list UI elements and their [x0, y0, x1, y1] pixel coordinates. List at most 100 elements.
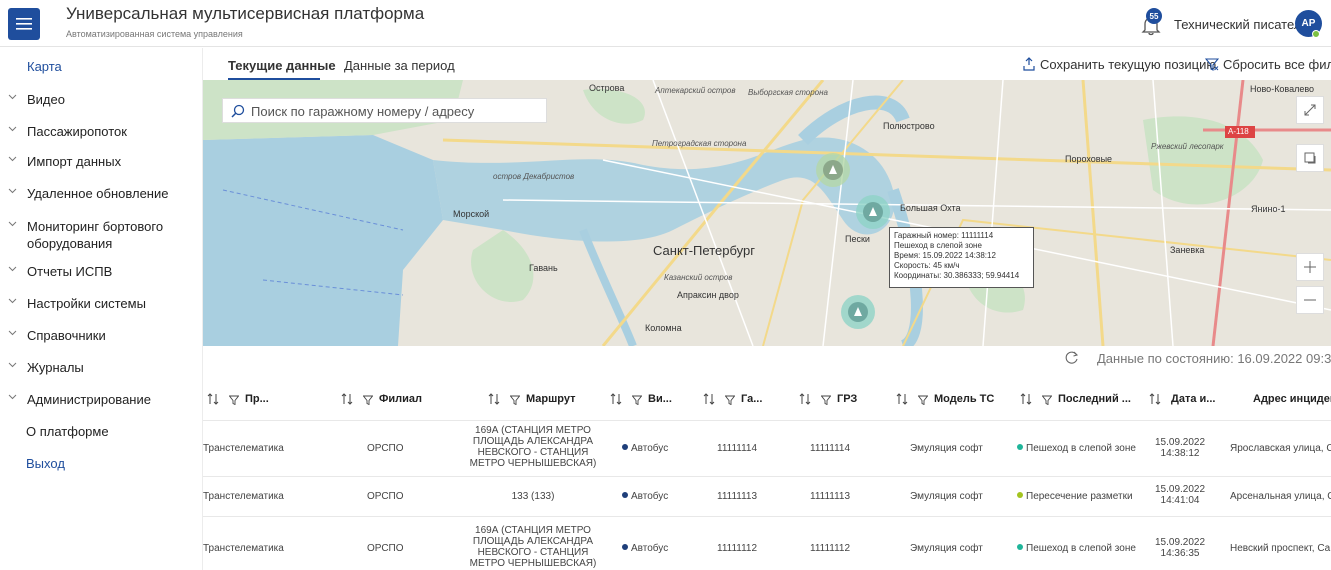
- sidebar-item-label: Импорт данных: [27, 154, 122, 169]
- table-row[interactable]: Транстелематика ОРСПО 169А (СТАНЦИЯ МЕТР…: [203, 516, 1331, 570]
- map-search-input[interactable]: [251, 101, 541, 121]
- cell-type-label: Автобус: [631, 443, 669, 454]
- sidebar-item-label: Отчеты ИСПВ: [27, 264, 113, 279]
- hamburger-menu-button[interactable]: [8, 8, 40, 40]
- expand-icon: [1304, 104, 1316, 116]
- column-header-address[interactable]: Адрес инцидент: [1253, 393, 1331, 405]
- sidebar-item-label: Выход: [26, 456, 65, 471]
- sort-icon[interactable]: [1149, 393, 1161, 405]
- column-header-type[interactable]: Ви...: [610, 393, 672, 406]
- sidebar-item-label: Видео: [27, 92, 65, 107]
- cell-last-event-label: Пешеход в слепой зоне: [1026, 543, 1136, 554]
- sort-icon[interactable]: [610, 393, 622, 405]
- filter-clear-icon: [1205, 58, 1219, 71]
- sidebar-item-label: Администрирование: [27, 392, 151, 407]
- notifications-button[interactable]: 55: [1140, 8, 1162, 36]
- sidebar-item-label: Настройки системы: [27, 296, 146, 311]
- save-position-icon: [1023, 57, 1035, 71]
- sort-icon[interactable]: [488, 393, 500, 405]
- tab-period-data[interactable]: Данные за период: [344, 58, 455, 73]
- filter-icon[interactable]: [1041, 394, 1053, 406]
- column-header-label: Ви...: [648, 393, 672, 405]
- sidebar-item-label: Пассажиропоток: [27, 124, 127, 139]
- cell-time: 14:38:12: [1160, 448, 1200, 459]
- type-dot: [622, 444, 628, 450]
- column-header-datetime[interactable]: Дата и...: [1149, 393, 1215, 405]
- user-name[interactable]: Технический писатель: [1174, 17, 1308, 32]
- avatar[interactable]: АР: [1295, 10, 1322, 38]
- filter-icon[interactable]: [820, 394, 832, 406]
- filter-icon[interactable]: [509, 394, 521, 406]
- app-title: Универсальная мультисервисная платформа: [66, 4, 425, 23]
- cell-provider: Транстелематика: [203, 491, 284, 502]
- column-header-label: Модель ТС: [934, 393, 995, 405]
- tooltip-garage: Гаражный номер: 11111114: [894, 231, 994, 240]
- chevron-down-icon: [8, 126, 17, 132]
- column-header-last-event[interactable]: Последний ...: [1020, 393, 1131, 406]
- filter-icon[interactable]: [228, 394, 240, 406]
- column-header-garage[interactable]: Га...: [703, 393, 762, 406]
- save-position-label: Сохранить текущую позицию: [1040, 57, 1217, 72]
- tab-current-data[interactable]: Текущие данные: [228, 58, 336, 73]
- zoom-out-button[interactable]: [1296, 286, 1324, 314]
- sort-icon[interactable]: [896, 393, 908, 405]
- cell-last-event-label: Пересечение разметки: [1026, 491, 1133, 502]
- app-header: Универсальная мультисервисная платформа …: [0, 0, 1331, 47]
- minus-icon: [1304, 299, 1316, 301]
- cell-model: Эмуляция софт: [910, 443, 983, 454]
- cell-type: Автобус: [622, 543, 668, 554]
- cell-type-label: Автобус: [631, 491, 669, 502]
- column-header-route[interactable]: Маршрут: [488, 393, 576, 406]
- map-search-box[interactable]: [222, 98, 547, 123]
- select-area-button[interactable]: [1296, 144, 1324, 172]
- column-header-label: Адрес инцидент: [1253, 393, 1331, 405]
- hamburger-icon: [16, 18, 32, 30]
- map-view[interactable]: Острова Аптекарский остров Выборгская ст…: [203, 80, 1331, 346]
- incidents-table: Пр... Филиал Маршрут Ви... Га... ГРЗ Мод…: [203, 382, 1331, 570]
- cell-route: 133 (133): [511, 491, 555, 502]
- fullscreen-button[interactable]: [1296, 96, 1324, 124]
- refresh-icon[interactable]: [1065, 351, 1079, 365]
- cell-model: Эмуляция софт: [910, 543, 983, 554]
- app-subtitle: Автоматизированная система управления: [66, 29, 243, 39]
- cell-type: Автобус: [622, 491, 668, 502]
- cell-branch: ОРСПО: [367, 543, 404, 554]
- chevron-down-icon: [8, 221, 17, 227]
- table-row[interactable]: Транстелематика ОРСПО 133 (133) Автобус …: [203, 476, 1331, 516]
- sidebar: Карта Видео Пассажиропоток Импорт данных…: [0, 48, 203, 570]
- column-header-model[interactable]: Модель ТС: [896, 393, 995, 406]
- cell-branch: ОРСПО: [367, 491, 404, 502]
- sort-icon[interactable]: [341, 393, 353, 405]
- cell-time: 14:41:04: [1160, 495, 1200, 506]
- column-header-grz[interactable]: ГРЗ: [799, 393, 858, 406]
- cell-type-label: Автобус: [631, 543, 669, 554]
- search-icon: [231, 104, 245, 118]
- filter-icon[interactable]: [724, 394, 736, 406]
- reset-filters-label: Сбросить все фильтры: [1223, 57, 1331, 72]
- column-header-branch[interactable]: Филиал: [341, 393, 422, 406]
- cell-date: 15.09.2022: [1155, 484, 1206, 495]
- cell-address: Арсенальная улица, С: [1230, 491, 1331, 502]
- filter-icon[interactable]: [362, 394, 374, 406]
- column-header-label: Последний ...: [1058, 393, 1131, 405]
- column-header-label: Маршрут: [526, 393, 576, 405]
- save-position-button[interactable]: Сохранить текущую позицию: [1023, 57, 1217, 72]
- sidebar-item-label: Удаленное обновление: [27, 186, 169, 201]
- filter-icon[interactable]: [917, 394, 929, 406]
- filter-icon[interactable]: [631, 394, 643, 406]
- sort-icon[interactable]: [799, 393, 811, 405]
- cell-type: Автобус: [622, 443, 668, 454]
- cell-route: 169А (СТАНЦИЯ МЕТРО ПЛОЩАДЬ АЛЕКСАНДРА Н…: [469, 525, 597, 569]
- column-header-label: Пр...: [245, 393, 269, 405]
- reset-filters-button[interactable]: Сбросить все фильтры: [1205, 57, 1331, 72]
- column-header-provider[interactable]: Пр...: [207, 393, 269, 406]
- sort-icon[interactable]: [703, 393, 715, 405]
- tab-bar: Текущие данные Данные за период Сохранит…: [203, 48, 1331, 80]
- zoom-in-button[interactable]: [1296, 253, 1324, 281]
- sidebar-item-label: О платформе: [26, 424, 109, 439]
- sort-icon[interactable]: [207, 393, 219, 405]
- column-header-label: ГРЗ: [837, 393, 858, 405]
- event-dot: [1017, 444, 1023, 450]
- sort-icon[interactable]: [1020, 393, 1032, 405]
- table-row[interactable]: Транстелематика ОРСПО 169А (СТАНЦИЯ МЕТР…: [203, 420, 1331, 476]
